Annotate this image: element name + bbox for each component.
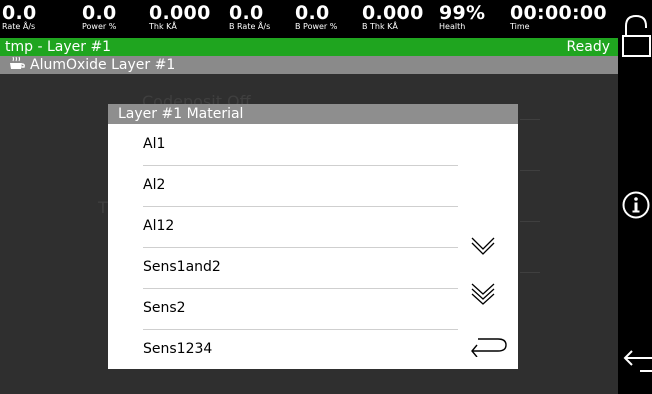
- stat-value: 00:00:00: [510, 2, 607, 24]
- stat-value: 0.0: [229, 2, 264, 24]
- material-dialog: Layer #1 Material Al1 Al2 Al12 Sens1and2…: [108, 104, 518, 369]
- stat-b-power: 0.0 B Power %: [295, 3, 337, 32]
- list-item[interactable]: Al2: [143, 165, 458, 207]
- triple-chevron-down-icon: [471, 283, 495, 305]
- stat-label: Rate Å/s: [2, 22, 36, 31]
- status-bar: tmp - Layer #1 Ready: [0, 38, 618, 56]
- stat-time: 00:00:00 Time: [510, 3, 607, 32]
- stat-value: 99%: [439, 2, 486, 24]
- stat-value: 0.0: [82, 2, 117, 24]
- dialog-title-text: Layer #1 Material: [118, 106, 244, 122]
- return-arrow-icon: [471, 338, 507, 358]
- list-item[interactable]: Sens1and2: [143, 247, 458, 289]
- info-button[interactable]: [621, 190, 651, 224]
- page-down-button[interactable]: [470, 279, 496, 311]
- stats-bar: 0.0 Rate Å/s 0.0 Power % 0.000 Thk KÅ 0.…: [0, 0, 618, 38]
- divider: [520, 170, 540, 171]
- stat-label: B Rate Å/s: [229, 22, 271, 31]
- stat-b-thickness: 0.000 B Thk KÅ: [362, 3, 424, 32]
- partial-label: T: [98, 198, 108, 217]
- back-button[interactable]: [468, 333, 512, 361]
- list-item[interactable]: Sens1234: [143, 329, 458, 370]
- back-nav-button[interactable]: [622, 343, 652, 377]
- stat-value: 0.0: [295, 2, 330, 24]
- back-arrow-icon: [623, 350, 652, 372]
- process-name: tmp - Layer #1: [5, 39, 112, 55]
- layer-label: AlumOxide Layer #1: [30, 57, 176, 73]
- stat-health: 99% Health: [439, 3, 485, 32]
- stat-label: B Power %: [295, 22, 338, 31]
- stat-value: 0.000: [362, 2, 424, 24]
- list-item[interactable]: Sens2: [143, 288, 458, 330]
- stat-thickness: 0.000 Thk KÅ: [149, 3, 211, 32]
- unlock-icon: [622, 14, 651, 57]
- divider: [520, 119, 540, 120]
- scroll-down-button[interactable]: [470, 232, 496, 262]
- side-rail: [618, 0, 652, 394]
- dialog-title: Layer #1 Material: [108, 104, 518, 124]
- layer-bar[interactable]: AlumOxide Layer #1: [0, 56, 618, 74]
- divider: [520, 272, 540, 273]
- list-item[interactable]: Al1: [143, 124, 458, 166]
- divider: [520, 221, 540, 222]
- screen: 0.0 Rate Å/s 0.0 Power % 0.000 Thk KÅ 0.…: [0, 0, 618, 394]
- stat-value: 0.0: [2, 2, 37, 24]
- stat-b-rate: 0.0 B Rate Å/s: [229, 3, 270, 32]
- info-icon: [622, 191, 650, 219]
- status-text: Ready: [566, 39, 610, 55]
- lock-button[interactable]: [622, 14, 652, 64]
- stat-value: 0.000: [149, 2, 211, 24]
- list-item[interactable]: Al12: [143, 206, 458, 248]
- chevron-down-icon: [471, 237, 495, 255]
- stat-power: 0.0 Power %: [82, 3, 117, 32]
- stat-rate: 0.0 Rate Å/s: [2, 3, 37, 32]
- stat-label: Power %: [82, 22, 117, 31]
